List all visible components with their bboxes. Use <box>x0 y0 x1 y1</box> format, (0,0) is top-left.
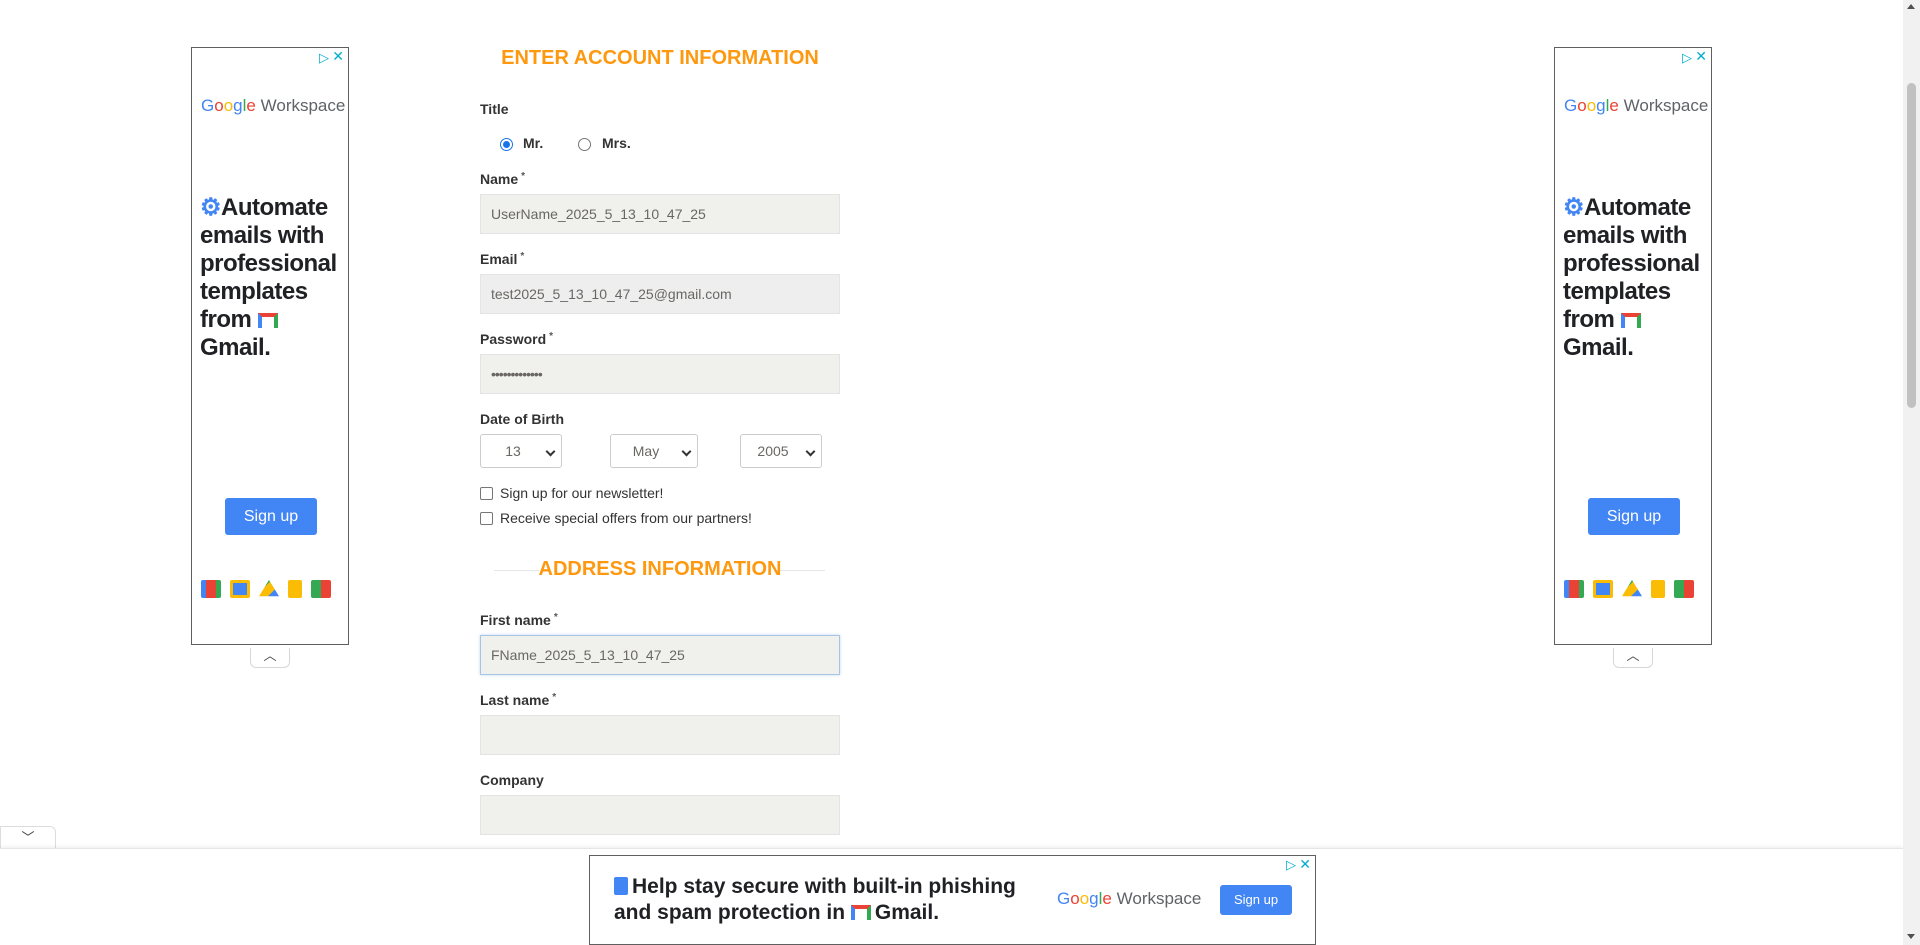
account-section-title: ENTER ACCOUNT INFORMATION <box>501 47 819 69</box>
google-workspace-logo: Google Workspace <box>1564 96 1709 115</box>
gear-icon: ⚙ <box>200 194 222 221</box>
gmail-icon <box>257 313 278 328</box>
ad-headline[interactable]: ⚙Automate emails with professional templ… <box>200 194 345 362</box>
left-ad-collapse-button[interactable]: ︿ <box>250 648 290 668</box>
offers-checkbox[interactable] <box>480 512 493 525</box>
vertical-scrollbar[interactable] <box>1903 0 1920 945</box>
title-mr-label[interactable]: Mr. <box>523 135 543 151</box>
gmail-icon <box>1620 313 1641 328</box>
adchoices-icon[interactable]: ▷ <box>319 50 329 66</box>
drive-app-icon <box>259 580 279 597</box>
scrollbar-thumb[interactable] <box>1907 83 1916 408</box>
password-label: Password * <box>480 331 554 347</box>
last-name-field[interactable] <box>480 715 840 755</box>
ad-close-icon[interactable]: ✕ <box>1695 48 1707 65</box>
title-mrs-radio[interactable] <box>578 138 591 151</box>
company-field[interactable] <box>480 795 840 835</box>
scroll-down-icon[interactable] <box>1907 934 1915 939</box>
email-label: Email * <box>480 251 525 267</box>
address-section-title: ADDRESS INFORMATION <box>538 558 782 580</box>
dob-label: Date of Birth <box>480 411 564 427</box>
right-side-ad[interactable]: ▷ ✕ Google Workspace ⚙Automate emails wi… <box>1554 47 1712 645</box>
first-name-label: First name * <box>480 612 558 628</box>
company-label: Company <box>480 772 544 788</box>
email-field[interactable]: test2025_5_13_10_47_25@gmail.com <box>480 274 840 314</box>
right-ad-collapse-button[interactable]: ︿ <box>1613 648 1653 668</box>
meet-app-icon <box>311 580 331 598</box>
docs-app-icon <box>1651 580 1665 598</box>
ad-signup-button[interactable]: Sign up <box>1588 498 1680 535</box>
first-name-field[interactable]: FName_2025_5_13_10_47_25 <box>480 635 840 675</box>
last-name-label: Last name * <box>480 692 557 708</box>
bottom-ad[interactable]: ▷ ✕ Help stay secure with built-in phish… <box>589 855 1316 945</box>
lock-icon <box>614 877 628 895</box>
gmail-app-icon <box>201 580 221 598</box>
docs-app-icon <box>288 580 302 598</box>
chevron-down-icon <box>545 446 556 457</box>
ad-signup-button[interactable]: Sign up <box>225 498 317 535</box>
newsletter-checkbox[interactable] <box>480 487 493 500</box>
gmail-app-icon <box>1564 580 1584 598</box>
workspace-apps-row <box>1564 580 1694 598</box>
scroll-up-icon[interactable] <box>1907 4 1915 9</box>
calendar-app-icon <box>1593 580 1613 598</box>
newsletter-label[interactable]: Sign up for our newsletter! <box>500 485 663 501</box>
ad-headline[interactable]: ⚙Automate emails with professional templ… <box>1563 194 1708 362</box>
bottom-ad-toggle-button[interactable]: ﹀ <box>0 826 56 849</box>
google-workspace-logo: Google Workspace <box>1057 889 1202 908</box>
meet-app-icon <box>1674 580 1694 598</box>
drive-app-icon <box>1622 580 1642 597</box>
ad-close-icon[interactable]: ✕ <box>1299 856 1311 873</box>
name-label: Name * <box>480 171 526 187</box>
name-field[interactable]: UserName_2025_5_13_10_47_25 <box>480 194 840 234</box>
title-mrs-label[interactable]: Mrs. <box>602 135 631 151</box>
ad-signup-button[interactable]: Sign up <box>1220 885 1292 915</box>
gear-icon: ⚙ <box>1563 194 1585 221</box>
chevron-down-icon <box>805 446 816 457</box>
google-workspace-logo: Google Workspace <box>201 96 346 115</box>
calendar-app-icon <box>230 580 250 598</box>
adchoices-icon[interactable]: ▷ <box>1682 50 1692 66</box>
title-label: Title <box>480 101 509 117</box>
workspace-apps-row <box>201 580 331 598</box>
dob-year-select[interactable]: 2005 <box>740 434 822 468</box>
dob-month-select[interactable]: May <box>610 434 698 468</box>
chevron-down-icon <box>681 446 692 457</box>
password-field[interactable]: ••••••••••••• <box>480 354 840 394</box>
ad-headline[interactable]: Help stay secure with built-in phishing … <box>614 874 1034 926</box>
adchoices-icon[interactable]: ▷ <box>1286 857 1296 873</box>
ad-close-icon[interactable]: ✕ <box>332 48 344 65</box>
dob-day-select[interactable]: 13 <box>480 434 562 468</box>
left-side-ad[interactable]: ▷ ✕ Google Workspace ⚙Automate emails wi… <box>191 47 349 645</box>
offers-label[interactable]: Receive special offers from our partners… <box>500 510 752 526</box>
gmail-icon <box>850 905 871 920</box>
title-mr-radio[interactable] <box>500 138 513 151</box>
page-viewport: ▷ ✕ Google Workspace ⚙Automate emails wi… <box>0 0 1903 945</box>
